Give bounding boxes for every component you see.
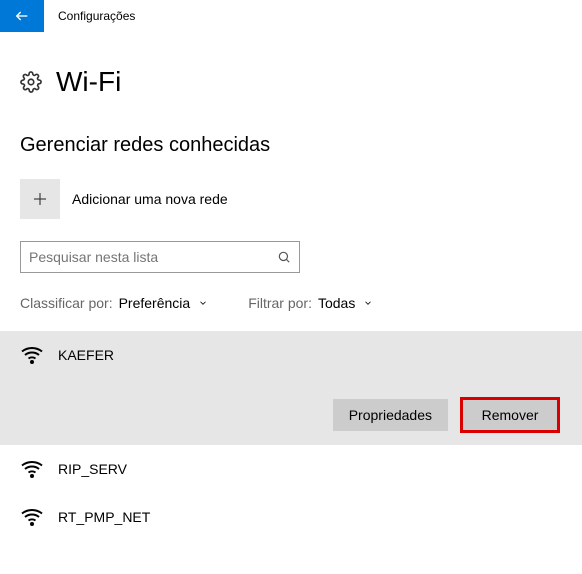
chevron-down-icon [363, 298, 373, 308]
plus-icon [20, 179, 60, 219]
network-row[interactable]: RT_PMP_NET [20, 505, 562, 529]
wifi-icon [20, 505, 44, 529]
window-title: Configurações [58, 9, 135, 23]
chevron-down-icon [198, 298, 208, 308]
network-item-selected: KAEFER Propriedades Remover [0, 331, 582, 445]
sort-dropdown[interactable]: Classificar por: Preferência [20, 295, 208, 311]
properties-button[interactable]: Propriedades [333, 399, 448, 431]
remove-button[interactable]: Remover [462, 399, 558, 431]
wifi-icon [20, 343, 44, 367]
network-list: KAEFER Propriedades Remover RIP_SERV [0, 331, 582, 541]
back-button[interactable] [0, 0, 44, 32]
network-row[interactable]: RIP_SERV [20, 457, 562, 481]
add-network-label: Adicionar uma nova rede [72, 191, 228, 207]
search-icon [277, 250, 291, 264]
sort-label: Classificar por: [20, 295, 113, 311]
add-network-button[interactable]: Adicionar uma nova rede [20, 179, 562, 219]
network-item: RIP_SERV [0, 445, 582, 493]
search-box[interactable] [20, 241, 300, 273]
network-actions: Propriedades Remover [20, 399, 562, 431]
network-name: RIP_SERV [58, 461, 127, 477]
network-name: KAEFER [58, 347, 114, 363]
network-item: RT_PMP_NET [0, 493, 582, 541]
filter-value: Todas [318, 295, 355, 311]
network-name: RT_PMP_NET [58, 509, 150, 525]
page-header: Wi-Fi [20, 66, 562, 98]
wifi-icon [20, 457, 44, 481]
section-title: Gerenciar redes conhecidas [20, 134, 562, 157]
page-title: Wi-Fi [56, 66, 121, 98]
filter-dropdown[interactable]: Filtrar por: Todas [248, 295, 373, 311]
network-row[interactable]: KAEFER [20, 343, 562, 367]
filter-label: Filtrar por: [248, 295, 312, 311]
gear-icon [20, 71, 42, 93]
search-input[interactable] [29, 249, 277, 265]
sort-value: Preferência [119, 295, 191, 311]
back-arrow-icon [14, 8, 30, 24]
titlebar: Configurações [0, 0, 582, 32]
